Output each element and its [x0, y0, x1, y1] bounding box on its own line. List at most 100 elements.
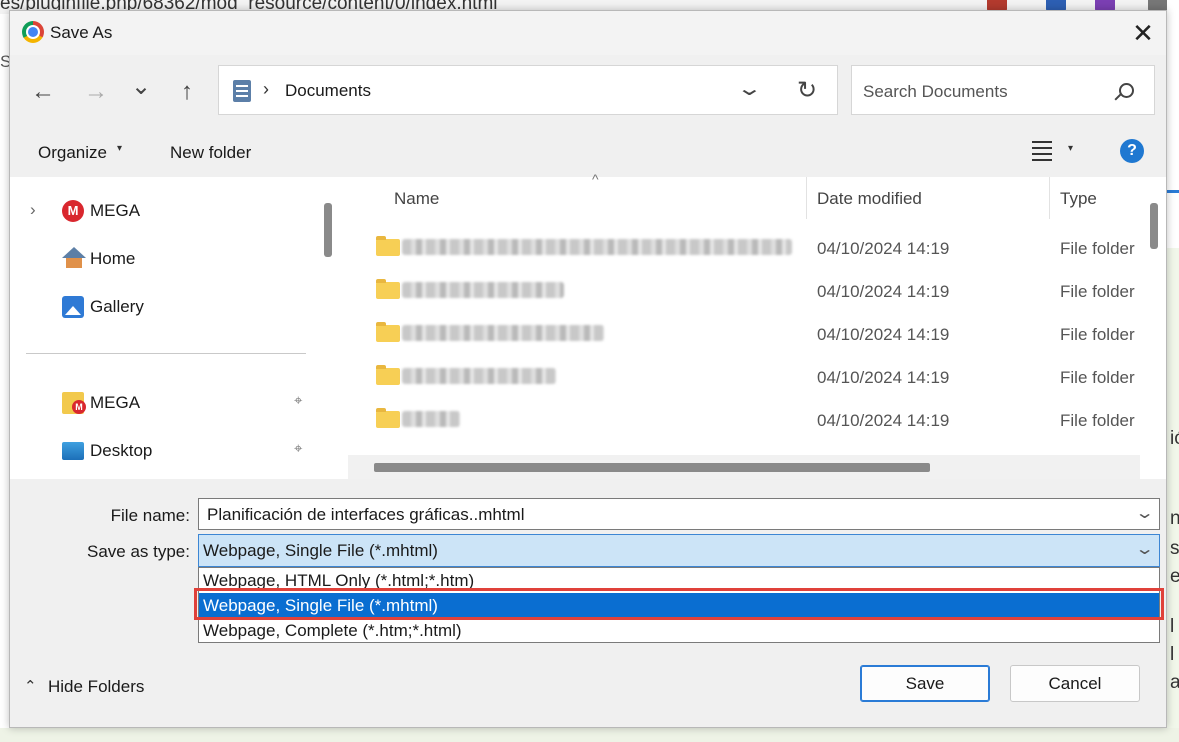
pin-icon[interactable]: ⌖: [294, 440, 302, 457]
background-text: s: [1170, 538, 1179, 559]
column-divider[interactable]: [806, 177, 807, 219]
documents-icon: [233, 80, 251, 102]
row-date: 04/10/2024 14:19: [817, 411, 950, 430]
horizontal-scrollbar[interactable]: [348, 455, 1140, 479]
column-header-date-modified[interactable]: Date modified: [817, 189, 922, 209]
arrow-up-icon: ↑: [181, 78, 193, 105]
hide-folders-label: Hide Folders: [48, 677, 145, 696]
recent-locations-button[interactable]: ⌄: [126, 71, 156, 101]
organize-button[interactable]: Organize: [38, 143, 107, 163]
sidebar-item-label: MEGA: [90, 201, 141, 220]
mega-icon: M: [62, 200, 84, 222]
redacted-filename: [402, 411, 460, 427]
row-date: 04/10/2024 14:19: [817, 239, 950, 258]
file-row[interactable]: 04/10/2024 14:19 File folder: [342, 227, 1142, 270]
redacted-filename: [402, 368, 556, 384]
sidebar-item-label: Gallery: [90, 297, 144, 316]
divider: [26, 353, 306, 354]
file-name-field[interactable]: Planificación de interfaces gráficas..mh…: [198, 498, 1160, 530]
sidebar-item-label: Home: [90, 249, 136, 268]
row-date: 04/10/2024 14:19: [817, 368, 950, 387]
home-icon: [62, 247, 86, 268]
row-type: File folder: [1060, 368, 1135, 387]
folder-icon: [376, 322, 400, 342]
help-button[interactable]: ?: [1120, 139, 1144, 163]
desktop-icon: [62, 442, 84, 460]
new-folder-button[interactable]: New folder: [170, 143, 251, 163]
chevron-down-icon[interactable]: ⌄: [1134, 503, 1154, 523]
search-icon[interactable]: [1119, 83, 1134, 98]
background-accent: [1167, 190, 1179, 193]
file-row[interactable]: 04/10/2024 14:19 File folder: [342, 356, 1142, 399]
row-date: 04/10/2024 14:19: [817, 282, 950, 301]
chevron-right-icon[interactable]: ›: [30, 200, 36, 220]
close-icon: ✕: [1132, 17, 1154, 48]
scrollbar-thumb[interactable]: [374, 463, 930, 472]
row-type: File folder: [1060, 325, 1135, 344]
row-type: File folder: [1060, 411, 1135, 430]
sidebar-item-mega-pinned[interactable]: MEGA ⌖: [10, 383, 302, 423]
close-button[interactable]: ✕: [1120, 11, 1166, 55]
chevron-down-icon[interactable]: ⌄: [1134, 539, 1154, 559]
sort-ascending-icon: ^: [592, 171, 599, 187]
arrow-right-icon: →: [84, 78, 108, 105]
file-row[interactable]: 04/10/2024 14:19 File folder: [342, 313, 1142, 356]
column-divider[interactable]: [1049, 177, 1050, 219]
address-dropdown-icon[interactable]: ⌄: [736, 76, 763, 101]
redacted-filename: [402, 282, 564, 298]
sidebar-item-label: MEGA: [90, 393, 141, 412]
save-as-dialog: Save As ✕ ← → ⌄ ↑ › Documents ⌄ ↻ Search…: [9, 10, 1167, 728]
caret-down-icon[interactable]: ▾: [1068, 143, 1073, 154]
chrome-icon: [22, 21, 44, 43]
chevron-up-icon: ⌃: [24, 678, 37, 695]
column-header-name[interactable]: Name: [394, 189, 439, 209]
file-row[interactable]: 04/10/2024 14:19 File folder: [342, 270, 1142, 313]
file-list[interactable]: ^ Name Date modified Type 04/10/2024 14:…: [342, 171, 1142, 479]
file-name-value[interactable]: Planificación de interfaces gráficas..mh…: [207, 505, 524, 525]
browser-pane: › M MEGA Home Gallery MEGA ⌖ Desktop: [10, 171, 1166, 479]
background-text: n: [1170, 508, 1179, 529]
background-text: e: [1170, 566, 1179, 587]
search-placeholder: Search Documents: [863, 82, 1008, 101]
refresh-icon[interactable]: ↻: [797, 76, 817, 105]
background-content: [1167, 248, 1179, 742]
save-button[interactable]: Save: [860, 665, 990, 702]
option-complete[interactable]: Webpage, Complete (*.htm;*.html): [199, 618, 1159, 643]
breadcrumb-documents[interactable]: Documents: [285, 81, 371, 101]
save-as-type-select[interactable]: Webpage, Single File (*.mhtml) ⌄: [198, 534, 1160, 567]
mega-folder-icon: [62, 392, 86, 414]
back-button[interactable]: ←: [28, 77, 58, 107]
save-as-type-value: Webpage, Single File (*.mhtml): [203, 541, 438, 560]
pin-icon[interactable]: ⌖: [294, 392, 302, 409]
up-button[interactable]: ↑: [172, 77, 202, 107]
file-row[interactable]: 04/10/2024 14:19 File folder: [342, 399, 1142, 442]
search-input[interactable]: Search Documents: [851, 65, 1155, 115]
title-bar[interactable]: Save As ✕: [10, 11, 1166, 55]
vertical-scrollbar[interactable]: [1150, 203, 1158, 249]
folder-icon: [376, 279, 400, 299]
row-date: 04/10/2024 14:19: [817, 325, 950, 344]
dialog-title: Save As: [50, 23, 113, 42]
address-bar[interactable]: › Documents ⌄ ↻: [218, 65, 838, 115]
sidebar-item-desktop[interactable]: Desktop ⌖: [10, 431, 302, 471]
folder-icon: [376, 236, 400, 256]
column-header-type[interactable]: Type: [1060, 189, 1097, 209]
row-type: File folder: [1060, 282, 1135, 301]
chevron-down-icon: ⌄: [130, 72, 152, 100]
command-bar: Organize ▾ New folder ▾ ?: [10, 127, 1166, 177]
navigation-pane[interactable]: › M MEGA Home Gallery MEGA ⌖ Desktop: [10, 177, 318, 479]
sidebar-item-label: Desktop: [90, 441, 153, 460]
view-options-icon[interactable]: [1032, 141, 1052, 161]
sidebar-item-mega[interactable]: › M MEGA: [10, 191, 300, 231]
folder-icon: [376, 365, 400, 385]
cancel-button[interactable]: Cancel: [1010, 665, 1140, 702]
navigation-scrollbar[interactable]: [324, 203, 332, 257]
breadcrumb-chevron-icon[interactable]: ›: [263, 79, 269, 100]
forward-button[interactable]: →: [81, 77, 111, 107]
caret-down-icon[interactable]: ▾: [117, 143, 122, 154]
sidebar-item-home[interactable]: Home: [10, 239, 300, 279]
file-name-label: File name:: [110, 506, 190, 525]
background-text: l: [1170, 616, 1175, 637]
background-text: ió: [1170, 428, 1179, 449]
sidebar-item-gallery[interactable]: Gallery: [10, 287, 300, 327]
